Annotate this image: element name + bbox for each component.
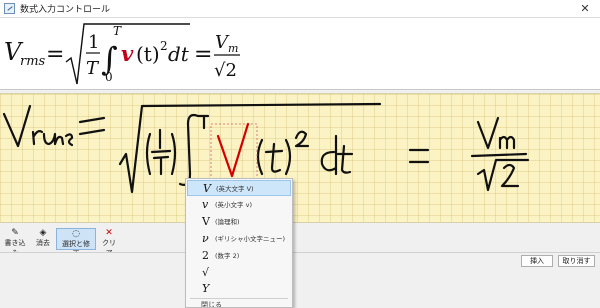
ink-stroke-rhs-bar xyxy=(470,152,528,158)
rhs-numerator-subscript: m xyxy=(228,42,238,55)
ink-stroke-paren-close xyxy=(284,138,292,176)
handwriting-canvas[interactable] xyxy=(0,93,600,223)
menu-item-desc: (英小文字 v) xyxy=(215,201,252,209)
menu-item-desc: (論理和) xyxy=(215,218,240,226)
write-tool-button[interactable]: ✎ 書き込み xyxy=(0,228,30,257)
menu-item-glyph: √ xyxy=(202,266,210,279)
erase-tool-label: 消去 xyxy=(36,239,50,247)
eraser-icon: ◈ xyxy=(39,228,47,238)
ink-stroke-selected-v[interactable] xyxy=(216,122,250,178)
rhs-denominator: √2 xyxy=(214,60,237,81)
menu-item-glyph: 2 xyxy=(202,249,209,262)
select-correct-tool-button[interactable]: ◌ 選択と修正 xyxy=(56,228,96,258)
formula-preview-panel: V rms = 1 T ∫ T 0 v (t) 2 dt = V m √2 xyxy=(0,18,600,90)
math-input-app-icon xyxy=(4,3,15,14)
ink-stroke-equals-2 xyxy=(408,148,430,164)
lasso-icon: ◌ xyxy=(72,229,80,239)
menu-item-lowercase-v[interactable]: v (英小文字 v) xyxy=(187,197,291,213)
erase-tool-button[interactable]: ◈ 消去 xyxy=(32,228,54,250)
menu-item-desc: (ギリシャ小文字ニュー) xyxy=(215,235,286,243)
correction-context-menu: V (英大文字 V) v (英小文字 v) V (論理和) ν (ギリシャ小文字… xyxy=(185,178,293,308)
upper-limit: T xyxy=(113,24,122,38)
exponent: 2 xyxy=(160,39,168,53)
menu-item-glyph: ν xyxy=(202,232,209,245)
ink-stroke-equals xyxy=(78,116,106,136)
menu-item-greek-nu[interactable]: ν (ギリシャ小文字ニュー) xyxy=(187,231,291,247)
variable-v-highlighted: v xyxy=(121,41,134,66)
menu-close-item[interactable]: 閉じる xyxy=(201,300,222,307)
formula-preview: V rms = 1 T ∫ T 0 v (t) 2 dt = V m √2 xyxy=(4,23,240,85)
differential: dt xyxy=(168,42,190,66)
ink-stroke-t xyxy=(152,155,170,176)
menu-separator xyxy=(190,298,288,299)
pen-icon: ✎ xyxy=(11,228,19,238)
ink-stroke-upper-limit xyxy=(197,114,210,130)
ink-toolbar: ✎ 書き込み ◈ 消去 ◌ 選択と修正 ✕ クリア xyxy=(0,226,600,258)
menu-item-y[interactable]: Y xyxy=(187,281,291,297)
fraction-denominator: T xyxy=(86,58,100,79)
ink-stroke-rms xyxy=(31,130,74,147)
fraction-numerator: 1 xyxy=(88,32,99,53)
ink-stroke-dt xyxy=(320,134,354,176)
title-bar: 数式入力コントロール ✕ xyxy=(0,0,600,18)
window-title: 数式入力コントロール xyxy=(20,5,111,15)
lhs-equals: = xyxy=(46,42,64,67)
ink-stroke-vm-v xyxy=(476,116,500,150)
clear-x-icon: ✕ xyxy=(105,228,113,238)
ink-stroke-rhs-two xyxy=(500,163,520,188)
menu-item-glyph: V xyxy=(203,182,211,195)
menu-item-desc: (数字 2) xyxy=(215,252,240,260)
close-window-button[interactable]: ✕ xyxy=(570,0,600,18)
menu-item-digit-two[interactable]: 2 (数字 2) xyxy=(187,248,291,264)
menu-item-glyph: Y xyxy=(202,282,210,295)
menu-item-square-root[interactable]: √ xyxy=(187,265,291,281)
dialog-footer: 挿入 取り消す xyxy=(0,252,600,308)
insert-button[interactable]: 挿入 xyxy=(521,255,553,267)
argument-t: (t) xyxy=(136,42,160,66)
ink-stroke-fraction xyxy=(150,149,172,154)
cancel-button[interactable]: 取り消す xyxy=(558,255,595,267)
handwritten-ink xyxy=(2,102,530,194)
ink-stroke-exponent xyxy=(294,130,310,148)
ink-stroke-vm-m xyxy=(498,135,516,150)
menu-item-uppercase-v[interactable]: V (英大文字 V) xyxy=(187,180,291,196)
ink-stroke-open-paren xyxy=(145,132,152,176)
clear-tool-button[interactable]: ✕ クリア xyxy=(98,228,120,257)
ink-stroke-paren-open xyxy=(256,138,264,176)
ink-stroke-integral xyxy=(178,113,200,186)
ink-stroke-close-paren xyxy=(170,132,177,176)
menu-item-glyph: v xyxy=(202,198,209,211)
lower-limit: 0 xyxy=(105,70,113,84)
rhs-equals: = xyxy=(194,42,212,67)
menu-item-logical-or[interactable]: V (論理和) xyxy=(187,214,291,230)
menu-item-desc: (英大文字 V) xyxy=(216,185,254,193)
ink-stroke-t2 xyxy=(264,142,284,173)
ink-stroke-v xyxy=(2,104,32,148)
menu-item-glyph: V xyxy=(202,215,210,228)
lhs-subscript: rms xyxy=(20,54,46,69)
